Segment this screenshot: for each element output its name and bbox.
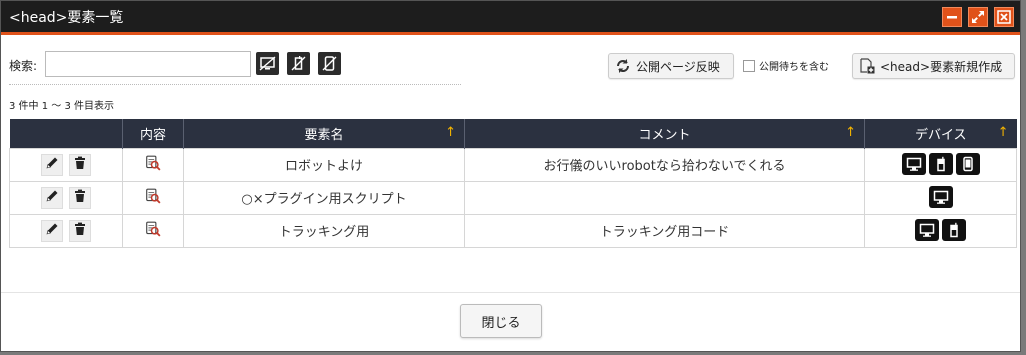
dialog-title: <head>要素一覧 xyxy=(9,9,124,26)
sort-arrow-icon[interactable]: ↑ xyxy=(845,125,856,140)
desktop-icon xyxy=(915,219,939,241)
feature-phone-filter-icon xyxy=(291,56,306,71)
device-cell xyxy=(864,147,1017,182)
close-icon xyxy=(997,9,1011,24)
filter-desktop-button[interactable] xyxy=(256,52,279,75)
feature-phone-icon xyxy=(942,219,966,241)
comment-cell: トラッキング用コード xyxy=(464,213,865,248)
dialog-titlebar[interactable]: <head>要素一覧 xyxy=(1,1,1020,35)
new-head-element-label: <head>要素新規作成 xyxy=(880,59,1003,74)
delete-button[interactable] xyxy=(69,186,91,209)
comment-cell: お行儀のいいrobotなら拾わないでくれる xyxy=(464,147,865,182)
row-actions-cell xyxy=(9,213,123,248)
search-input[interactable] xyxy=(45,51,251,77)
comment-cell xyxy=(464,180,865,215)
trash-icon xyxy=(73,189,87,207)
search-label: 検索: xyxy=(9,59,38,73)
minimize-icon xyxy=(947,15,957,18)
publish-page-label: 公開ページ反映 xyxy=(636,59,720,74)
head-elements-dialog: <head>要素一覧 検索: 公開ページ反映 公開待ちを含む <head>要素新… xyxy=(0,0,1021,352)
column-device[interactable]: デバイス ↑ xyxy=(864,119,1017,148)
desktop-icon xyxy=(928,186,953,208)
new-head-element-button[interactable]: <head>要素新規作成 xyxy=(852,53,1015,79)
edit-button[interactable] xyxy=(41,186,63,209)
pencil-icon xyxy=(45,156,59,174)
filter-feature-phone-button[interactable] xyxy=(287,52,310,75)
filter-smartphone-button[interactable] xyxy=(318,52,341,75)
window-controls xyxy=(942,6,1014,27)
table-row[interactable]: トラッキング用 トラッキング用コード xyxy=(9,213,1017,248)
smartphone-icon xyxy=(955,153,980,175)
device-cell xyxy=(864,180,1017,215)
device-cell xyxy=(864,213,1017,248)
view-content-icon[interactable] xyxy=(145,221,161,241)
include-pending-checkbox[interactable] xyxy=(743,59,755,72)
edit-button[interactable] xyxy=(41,219,63,242)
publish-page-button[interactable]: 公開ページ反映 xyxy=(608,53,734,79)
sort-arrow-icon[interactable]: ↑ xyxy=(998,125,1009,140)
element-name-cell: トラッキング用 xyxy=(183,213,465,248)
table-row[interactable]: ロボットよけ お行儀のいいrobotなら拾わないでくれる xyxy=(9,147,1017,182)
element-name-cell: ○×プラグイン用スクリプト xyxy=(183,180,465,215)
table-row[interactable]: ○×プラグイン用スクリプト xyxy=(9,180,1017,215)
maximize-button[interactable] xyxy=(968,6,988,27)
include-pending-label: 公開待ちを含む xyxy=(759,62,829,73)
desktop-filter-icon xyxy=(259,56,276,71)
view-content-icon[interactable] xyxy=(145,188,161,208)
sort-arrow-icon[interactable]: ↑ xyxy=(445,125,456,140)
edit-button[interactable] xyxy=(41,153,63,176)
content-cell xyxy=(122,147,184,182)
content-cell xyxy=(122,213,184,248)
minimize-button[interactable] xyxy=(942,6,962,27)
head-elements-table: 内容 要素名 ↑ コメント ↑ デバイス ↑ ロボットよけ お行儀のいいrobotなら… xyxy=(9,119,1017,248)
close-window-button[interactable] xyxy=(994,6,1014,27)
content-cell xyxy=(122,180,184,215)
footer-divider xyxy=(1,292,1020,293)
add-document-icon xyxy=(860,58,875,74)
pencil-icon xyxy=(45,189,59,207)
column-actions xyxy=(9,119,123,148)
feature-phone-icon xyxy=(928,153,953,175)
view-content-icon[interactable] xyxy=(145,155,161,175)
maximize-icon xyxy=(972,10,984,23)
row-actions-cell xyxy=(9,147,123,182)
include-pending-option[interactable]: 公開待ちを含む xyxy=(743,58,829,73)
row-actions-cell xyxy=(9,180,123,215)
delete-button[interactable] xyxy=(69,219,91,242)
refresh-icon xyxy=(617,59,629,73)
column-name[interactable]: 要素名 ↑ xyxy=(183,119,465,148)
column-comment[interactable]: コメント ↑ xyxy=(464,119,865,148)
table-header-row: 内容 要素名 ↑ コメント ↑ デバイス ↑ xyxy=(9,119,1017,148)
smartphone-filter-icon xyxy=(322,56,337,71)
trash-icon xyxy=(73,156,87,174)
toolbar-divider xyxy=(9,84,461,85)
element-name-cell: ロボットよけ xyxy=(183,147,465,182)
result-count: 3 件中 1 ～ 3 件目表示 xyxy=(9,101,114,112)
delete-button[interactable] xyxy=(69,153,91,176)
desktop-icon xyxy=(901,153,926,175)
close-dialog-button[interactable]: 閉じる xyxy=(460,304,542,338)
column-content: 内容 xyxy=(122,119,184,148)
trash-icon xyxy=(73,222,87,240)
pencil-icon xyxy=(45,222,59,240)
